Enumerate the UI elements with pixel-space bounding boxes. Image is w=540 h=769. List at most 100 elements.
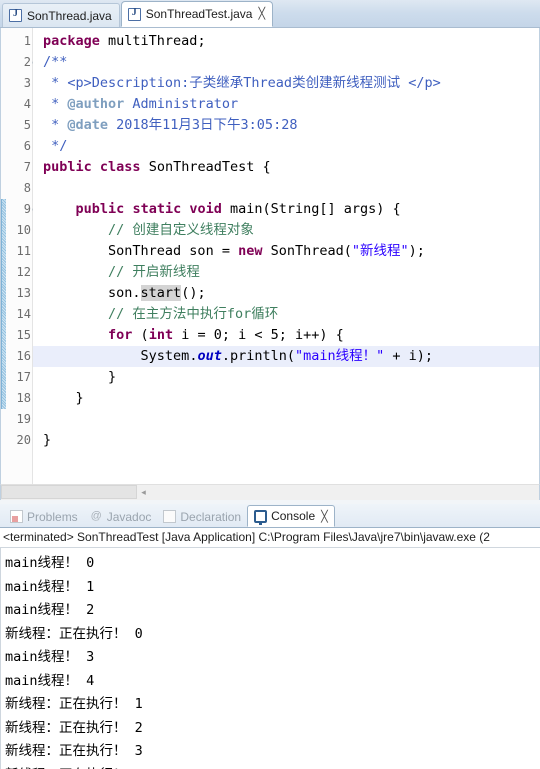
code-token: i = 0; i < 5; i++) { [173, 327, 344, 343]
code-token: main(String[] args) { [221, 201, 401, 217]
tab-console[interactable]: Console ╳ [247, 505, 335, 527]
line-number: 6 [23, 139, 31, 153]
line-number: 18 [16, 391, 31, 405]
code-line-15: for (int i = 0; i < 5; i++) { [33, 325, 539, 346]
editor-tab-sonthread[interactable]: SonThread.java [2, 3, 120, 27]
keyword-token: for [108, 327, 133, 343]
code-token: son. [108, 285, 141, 301]
console-output-line: 新线程：正在执行！ 1 [5, 696, 143, 712]
console-process-header: <terminated> SonThreadTest [Java Applica… [0, 528, 540, 548]
code-token: System. [140, 348, 198, 364]
java-file-icon [127, 7, 141, 21]
line-number: 20 [16, 433, 31, 447]
keyword-token: public [75, 201, 125, 217]
code-token: SonThread son = [108, 243, 239, 259]
string-token: "新线程" [351, 243, 409, 259]
close-icon[interactable]: ╳ [321, 510, 328, 523]
java-file-icon [9, 8, 22, 22]
string-token: "main线程！" [295, 348, 385, 364]
console-output-line: main线程！ 4 [5, 672, 95, 689]
javadoc-icon: @ [90, 510, 102, 522]
console-output-line: main线程！ 0 [5, 555, 95, 571]
comment-token: // 创建自定义线程对象 [108, 222, 254, 238]
editor-tab-sonthreadtest[interactable]: SonThreadTest.java ╳ [120, 1, 274, 27]
javadoc-token: * <p>Description:子类继承Thread类创建新线程测试 </p> [43, 75, 441, 91]
line-number: 2⊖ [6, 52, 39, 73]
line-number: 10 [16, 223, 31, 237]
code-token: + i); [384, 348, 434, 364]
code-line-12: // 开启新线程 [33, 262, 539, 283]
line-number: 4 [23, 97, 31, 111]
keyword-token: new [238, 243, 263, 259]
bottom-panel-tab-bar: Problems @ Javadoc Declaration Console ╳ [0, 504, 540, 528]
comment-token: // 在主方法中执行for循环 [108, 306, 279, 322]
code-line-7: public class SonThreadTest { [33, 157, 539, 178]
tab-label: Problems [27, 509, 78, 524]
tab-label: Javadoc [106, 509, 152, 524]
code-line-17: } [33, 367, 539, 388]
javadoc-token: Administrator [124, 96, 239, 112]
code-text[interactable]: package multiThread; /** * <p>Descriptio… [33, 28, 539, 484]
editor-horizontal-scrollbar[interactable]: ◂ [0, 484, 540, 500]
occurrence-highlight: start [140, 285, 182, 301]
javadoc-token: /** [43, 54, 68, 70]
tab-declaration[interactable]: Declaration [157, 506, 247, 527]
code-editor[interactable]: 1 2⊖ 3 4 5 6 7 8 9⊖ 10 11 12 13 14 15 16 17 18 19 20 packag… [0, 28, 540, 484]
line-number: 11 [16, 244, 31, 258]
console-output-line: 新线程：正在执行！ 4 [5, 764, 540, 769]
close-icon[interactable]: ╳ [258, 8, 265, 20]
console-output[interactable]: main线程！ 0 main线程！ 1 main线程！ 2 新线程：正在执行！ 0 ma… [0, 548, 540, 769]
javadoc-token: */ [43, 138, 68, 154]
line-number: 9⊖ [6, 199, 39, 220]
editor-tab-label: SonThread.java [27, 8, 112, 23]
comment-token: // 开启新线程 [108, 264, 200, 280]
line-number: 3 [23, 76, 31, 90]
console-output-line: 新线程：正在执行！ 0 [5, 625, 143, 642]
console-output-line: main线程！ 2 [5, 602, 95, 618]
code-token: SonThread( [262, 243, 352, 259]
console-output-line: 新线程：正在执行！ 2 [5, 719, 143, 736]
tab-javadoc[interactable]: @ Javadoc [84, 506, 158, 527]
console-output-line: main线程！ 3 [5, 649, 95, 665]
code-token: } [75, 390, 84, 406]
code-line-3: * <p>Description:子类继承Thread类创建新线程测试 </p> [33, 73, 539, 94]
keyword-token: package [43, 33, 100, 49]
line-number: 5 [23, 118, 31, 132]
problems-icon [10, 510, 23, 523]
javadoc-token: 2018年11月3日下午3:05:28 [108, 117, 298, 133]
code-token: SonThreadTest { [140, 159, 271, 175]
code-line-2: /** [33, 52, 539, 73]
line-number: 13 [16, 286, 31, 300]
keyword-token: void [189, 201, 222, 217]
editor-tab-bar: SonThread.java SonThreadTest.java ╳ [0, 0, 540, 28]
line-number: 17 [16, 370, 31, 384]
editor-tab-label: SonThreadTest.java [145, 7, 253, 21]
keyword-token: public [43, 159, 92, 175]
tab-problems[interactable]: Problems [4, 506, 84, 527]
javadoc-tag-token: @author [67, 96, 125, 112]
code-line-6: */ [33, 136, 539, 157]
line-number: 14 [16, 307, 31, 321]
scrollbar-thumb[interactable] [1, 485, 137, 499]
code-line-5: * @date 2018年11月3日下午3:05:28 [43, 117, 298, 133]
code-line-10: // 创建自定义线程对象 [33, 220, 539, 241]
line-number: 12 [16, 265, 31, 279]
code-token: ( [132, 327, 149, 343]
tab-label: Declaration [180, 509, 242, 524]
code-line-9: public static void main(String[] args) { [33, 199, 539, 220]
static-field-token: out [197, 348, 222, 364]
code-line-13: son.start(); [33, 283, 539, 304]
code-token: } [43, 432, 52, 448]
console-output-line: 新线程：正在执行！ 3 [5, 743, 143, 759]
line-number: 8 [23, 181, 31, 195]
line-number: 7 [23, 160, 31, 174]
keyword-token: int [148, 327, 174, 343]
code-line-20: } [33, 430, 539, 451]
eclipse-ide-window: SonThread.java SonThreadTest.java ╳ 1 2⊖ 3… [0, 0, 540, 769]
line-number-ruler: 1 2⊖ 3 4 5 6 7 8 9⊖ 10 11 12 13 14 15 16 17 18 19 20 [6, 28, 39, 484]
javadoc-tag-token: @date [67, 117, 109, 133]
scroll-left-icon[interactable]: ◂ [138, 487, 149, 498]
line-number: 19 [16, 412, 31, 426]
